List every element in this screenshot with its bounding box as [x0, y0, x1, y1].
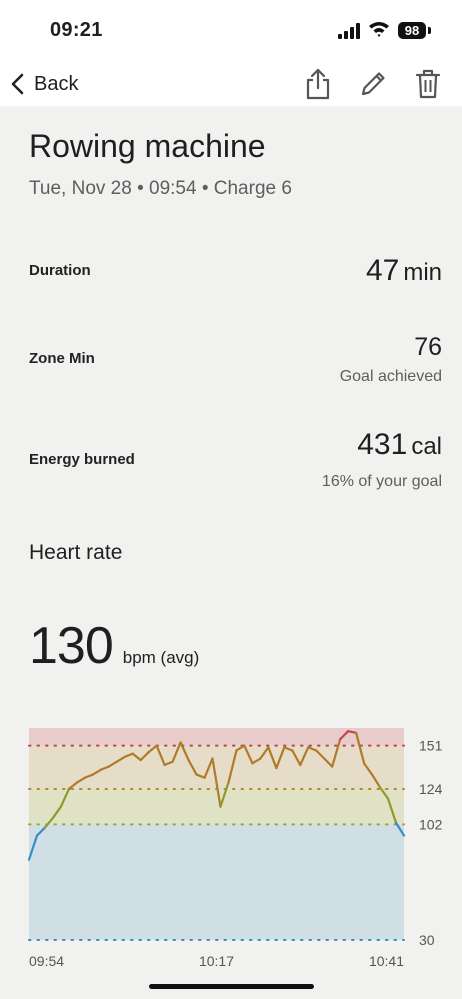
energy-value: 431 cal — [357, 428, 442, 462]
edit-icon[interactable] — [355, 66, 391, 102]
heart-rate-average: 130 bpm (avg) — [29, 616, 199, 676]
back-label: Back — [34, 72, 79, 95]
energy-label: Energy burned — [29, 451, 135, 468]
x-tick-label-0: 09:54 — [29, 953, 64, 969]
wifi-icon — [369, 22, 389, 37]
trash-icon[interactable] — [410, 66, 446, 102]
x-tick-label-2: 10:41 — [369, 953, 404, 969]
home-indicator — [149, 984, 314, 989]
y-tick-label-102: 102 — [419, 816, 443, 832]
cellular-signal-icon — [338, 23, 362, 39]
duration-number: 47 — [365, 254, 400, 287]
zone-band-2 — [29, 789, 404, 825]
y-tick-label-151: 151 — [419, 738, 443, 754]
battery-icon: 98 — [398, 22, 426, 39]
y-tick-label-124: 124 — [419, 781, 443, 797]
activity-title: Rowing machine — [29, 128, 266, 164]
energy-unit: cal — [411, 433, 442, 460]
zone-min-label: Zone Min — [29, 350, 95, 367]
status-time: 09:21 — [50, 19, 103, 41]
duration-label: Duration — [29, 262, 91, 279]
heart-rate-chart: 151 124 102 30 09:54 10:17 10:41 — [27, 728, 443, 969]
battery-cap — [428, 27, 431, 34]
duration-unit: min — [403, 259, 442, 286]
energy-number: 431 — [357, 428, 408, 461]
duration-value: 47 min — [366, 254, 442, 288]
nav-bar: Back — [0, 62, 462, 106]
heart-rate-avg-number: 130 — [29, 617, 114, 675]
zone-min-note: Goal achieved — [339, 368, 442, 385]
zone-min-value: 76 — [414, 333, 442, 361]
heart-rate-avg-unit: bpm (avg) — [122, 648, 200, 667]
energy-note: 16% of your goal — [321, 473, 442, 490]
chevron-left-icon — [11, 73, 24, 95]
x-tick-label-1: 10:17 — [199, 953, 234, 969]
share-icon[interactable] — [300, 66, 336, 102]
activity-subtitle: Tue, Nov 28 • 09:54 • Charge 6 — [29, 178, 292, 199]
status-bar: 09:21 98 — [0, 0, 462, 62]
heart-rate-title: Heart rate — [29, 541, 123, 564]
y-tick-label-30: 30 — [419, 932, 435, 948]
back-button[interactable]: Back — [10, 68, 78, 100]
zone-band-3 — [29, 824, 404, 940]
